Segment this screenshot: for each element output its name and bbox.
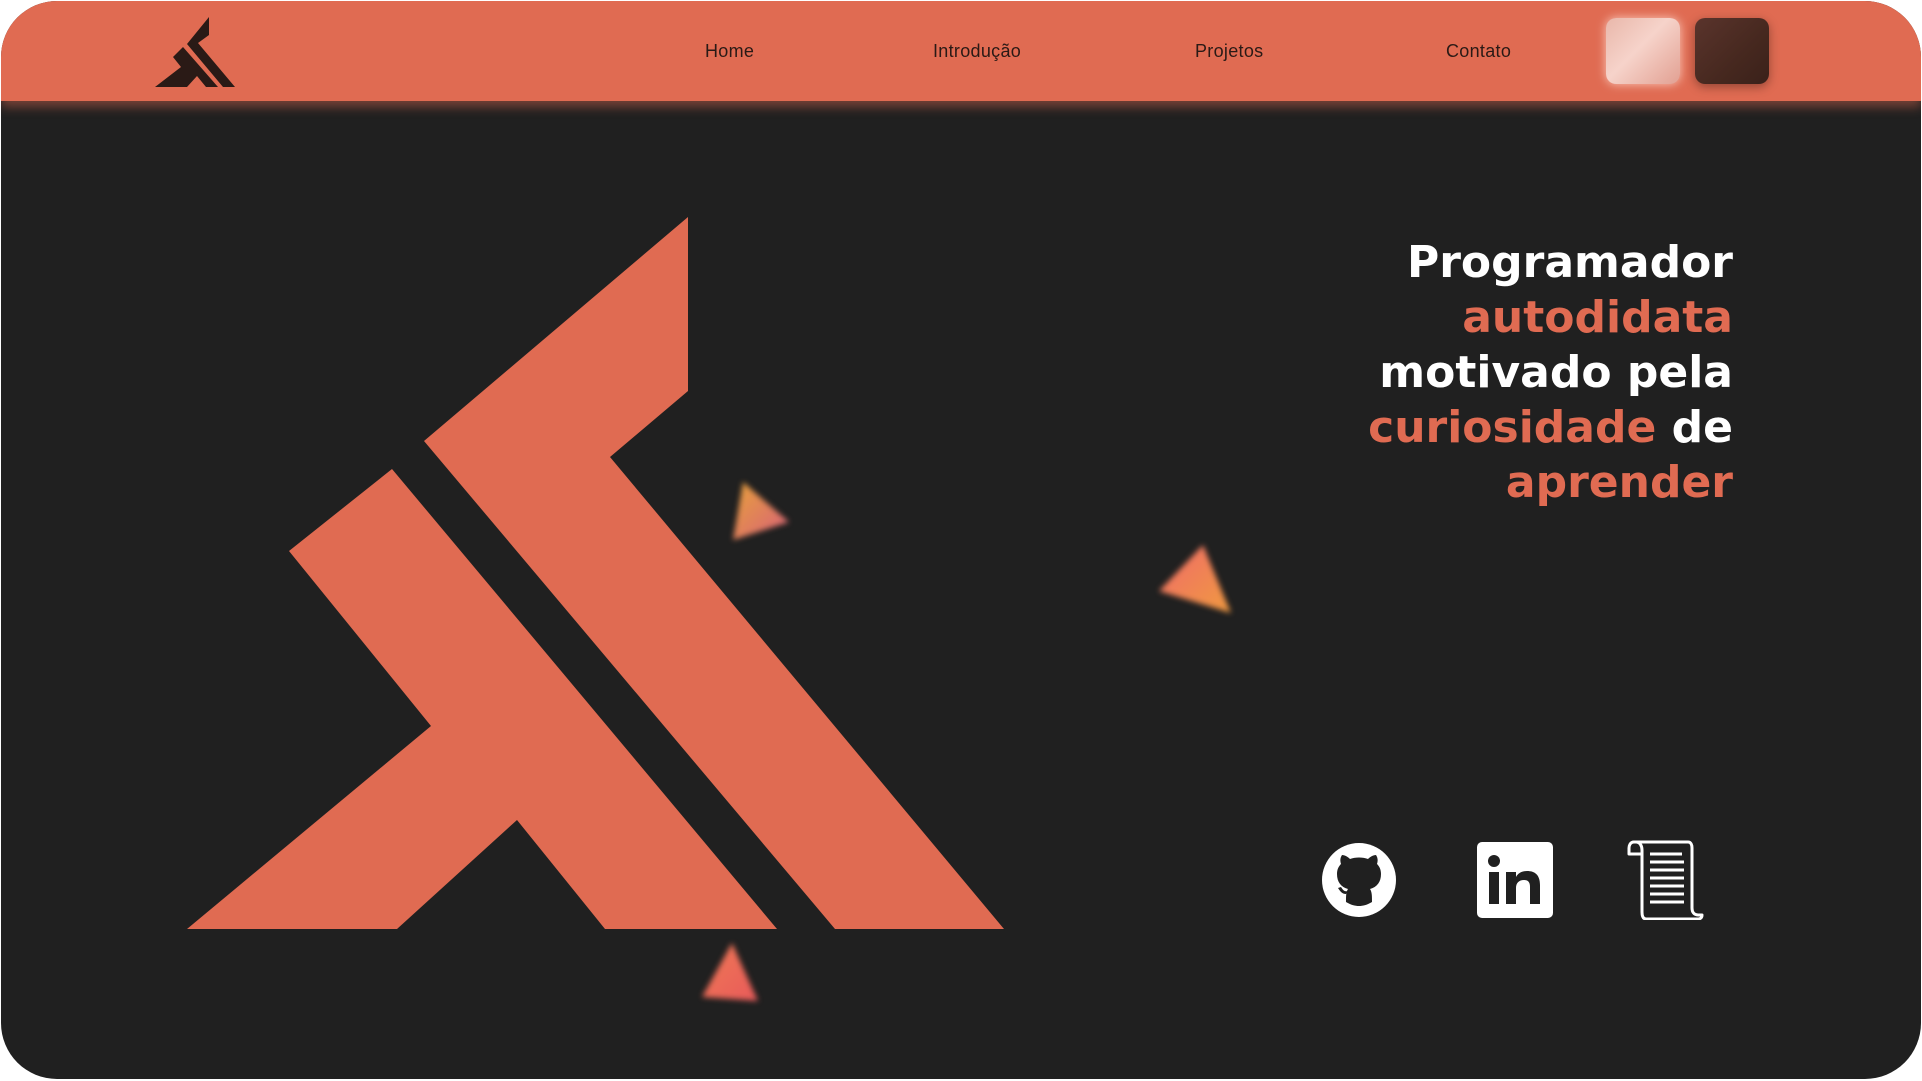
page-frame: Home Introdução Projetos Contato Program… (1, 1, 1921, 1079)
headline-line-3: motivado pela (1368, 345, 1733, 400)
headline-word-motivado-pela: motivado pela (1379, 347, 1733, 398)
decor-triangle-2 (1153, 541, 1233, 626)
hero-logo-icon (187, 217, 1007, 929)
headline-word-curiosidade: curiosidade (1368, 402, 1657, 453)
nav-link-contato[interactable]: Contato (1446, 41, 1511, 62)
decor-triangle-1 (729, 478, 799, 553)
dark-theme-button[interactable] (1695, 18, 1769, 84)
headline-line-5: aprender (1368, 455, 1733, 510)
navbar: Home Introdução Projetos Contato (1, 1, 1921, 101)
light-theme-button[interactable] (1606, 18, 1680, 84)
nav-link-projetos[interactable]: Projetos (1195, 41, 1263, 62)
github-icon[interactable] (1321, 842, 1397, 918)
scroll-icon[interactable] (1626, 840, 1706, 921)
headline-line-4: curiosidade de (1368, 400, 1733, 455)
headline-word-aprender: aprender (1505, 457, 1733, 508)
nav-link-introducao[interactable]: Introdução (933, 41, 1021, 62)
hero-headline: Programador autodidata motivado pela cur… (1368, 235, 1733, 510)
headline-word-autodidata: autodidata (1462, 292, 1733, 343)
brand-logo-icon[interactable] (155, 17, 235, 87)
nav-link-home[interactable]: Home (705, 41, 754, 62)
headline-line-1: Programador (1368, 235, 1733, 290)
linkedin-icon[interactable] (1477, 842, 1553, 918)
headline-word-de: de (1671, 402, 1733, 453)
decor-triangle-3 (696, 939, 766, 1014)
headline-word-programador: Programador (1406, 237, 1733, 288)
headline-line-2: autodidata (1368, 290, 1733, 345)
